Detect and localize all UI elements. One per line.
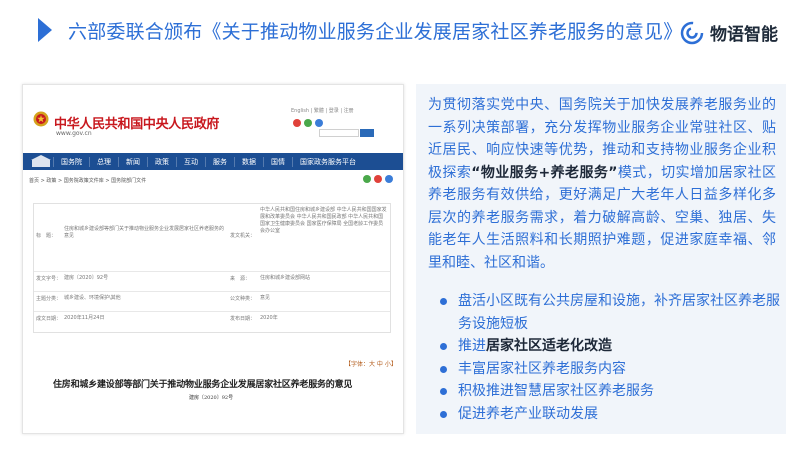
brand-swirl-icon xyxy=(680,21,704,44)
slide-title: 六部委联合颁布《关于推动物业服务企业发展居家社区养老服务的意见》 xyxy=(68,21,683,43)
meta-date-value: 2020年11月24日 xyxy=(64,315,105,321)
list-item: 促进养老产业联动发展 xyxy=(440,403,780,426)
key-points-list: 盘活小区既有公共房屋和设施，补齐居家社区养老服务设施短板 推进居家社区适老化改造… xyxy=(440,290,780,425)
bullet-text: 积极推进智慧居家社区养老服务 xyxy=(458,383,654,399)
bullet-text: 盘活小区既有公共房屋和设施，补齐居家社区养老服务设施短板 xyxy=(458,293,780,332)
meta-docnum-value: 建房〔2020〕92号 xyxy=(64,275,109,281)
share-icons xyxy=(293,119,323,127)
bullet-text: 丰富居家社区养老服务内容 xyxy=(458,360,626,377)
home-gate-icon[interactable] xyxy=(29,153,53,170)
summary-paragraph: 为贯彻落实党中央、国务院关于加快发展养老服务业的一系列决策部署，充分发挥物业服务… xyxy=(428,94,776,274)
gov-nav-bar: 国务院 总理 新闻 政策 互动 服务 数据 国情 国家政务服务平台 xyxy=(23,153,403,170)
meta-row-title: 标 题： 住房和城乡建设部等部门关于推动物业服务企业发展居家社区养老服务的意见 … xyxy=(34,204,390,272)
meta-date-label: 成文日期： xyxy=(36,316,62,322)
meta-row-topic: 主题分类： 城乡建设、环境保护\其他 公文种类： 意见 xyxy=(34,292,390,312)
social-share-icons xyxy=(363,175,393,183)
breadcrumb[interactable]: 首页 > 政策 > 国务院政策文件库 > 国务院部门文件 xyxy=(29,177,146,184)
meta-issuer-label: 发文机关： xyxy=(230,233,256,239)
meta-title-label: 标 题： xyxy=(36,233,57,239)
list-item: 推进居家社区适老化改造 xyxy=(440,335,780,358)
meta-pub-label: 发布日期： xyxy=(230,316,256,322)
document-title: 住房和城乡建设部等部门关于推动物业服务企业发展居家社区养老服务的意见 xyxy=(53,380,353,390)
meta-source-label: 来 源： xyxy=(230,276,251,282)
brand-name: 物语智能 xyxy=(710,25,778,45)
app-icon[interactable] xyxy=(315,119,323,127)
nav-item-policy[interactable]: 政策 xyxy=(147,156,176,167)
document-meta-table: 标 题： 住房和城乡建设部等部门关于推动物业服务企业发展居家社区养老服务的意见 … xyxy=(33,203,391,333)
gov-search-input[interactable] xyxy=(319,129,359,137)
meta-type-label: 公文种类： xyxy=(230,296,256,302)
meta-source-value: 住房和城乡建设部网站 xyxy=(260,275,311,281)
top-bar: 六部委联合颁布《关于推动物业服务企业发展居家社区养老服务的意见》 物语智能 xyxy=(0,0,800,62)
list-item: 丰富居家社区养老服务内容 xyxy=(440,358,780,381)
nav-item-national-info[interactable]: 国情 xyxy=(263,156,292,167)
summary-highlight: “物业服务+养老服务” xyxy=(471,164,618,181)
document-screenshot: 中华人民共和国中央人民政府 www.gov.cn English | 繁體 | … xyxy=(22,84,404,434)
meta-type-value: 意见 xyxy=(260,295,271,301)
meta-topic-label: 主题分类： xyxy=(36,296,62,302)
gov-site-url: www.gov.cn xyxy=(56,130,92,137)
bullet-text: 推进 xyxy=(458,338,486,354)
font-size-control[interactable]: 【字体：大 中 小】 xyxy=(345,359,397,368)
gov-site-header: 中华人民共和国中央人民政府 www.gov.cn English | 繁體 | … xyxy=(23,85,403,153)
meta-topic-value: 城乡建设、环境保护\其他 xyxy=(64,295,121,301)
triangle-marker-icon xyxy=(38,18,52,42)
meta-issuer-value: 中华人民共和国住房和城乡建设部 中华人民共和国国家发展和改革委员会 中华人民共和… xyxy=(260,207,387,234)
document-number: 建房〔2020〕92号 xyxy=(189,395,234,401)
meta-row-docnum: 发文字号： 建房〔2020〕92号 来 源： 住房和城乡建设部网站 xyxy=(34,272,390,292)
meta-pub-value: 2020年 xyxy=(260,315,278,321)
gov-search-button[interactable] xyxy=(360,129,374,137)
weibo-icon[interactable] xyxy=(293,119,301,127)
meta-docnum-label: 发文字号： xyxy=(36,276,62,282)
nav-item-news[interactable]: 新闻 xyxy=(118,156,147,167)
bullet-bold-text: 居家社区适老化改造 xyxy=(486,338,612,354)
nav-item-premier[interactable]: 总理 xyxy=(89,156,118,167)
wechat-share-icon[interactable] xyxy=(363,175,371,183)
list-item: 积极推进智慧居家社区养老服务 xyxy=(440,380,780,403)
nav-item-state-council[interactable]: 国务院 xyxy=(53,156,89,167)
meta-row-date: 成文日期： 2020年11月24日 发布日期： 2020年 xyxy=(34,312,390,332)
list-item: 盘活小区既有公共房屋和设施，补齐居家社区养老服务设施短板 xyxy=(440,290,780,335)
nav-item-gov-service-platform[interactable]: 国家政务服务平台 xyxy=(292,156,363,167)
meta-title-value: 住房和城乡建设部等部门关于推动物业服务企业发展居家社区养老服务的意见 xyxy=(64,226,225,239)
nav-item-services[interactable]: 服务 xyxy=(205,156,234,167)
nav-item-data[interactable]: 数据 xyxy=(234,156,263,167)
brand-logo: 物语智能 xyxy=(680,20,778,45)
summary-panel: 为贯彻落实党中央、国务院关于加快发展养老服务业的一系列决策部署，充分发挥物业服务… xyxy=(416,84,786,434)
national-emblem-icon xyxy=(33,111,49,127)
wechat-icon[interactable] xyxy=(304,119,312,127)
gov-top-links[interactable]: English | 繁體 | 登录 | 注册 xyxy=(291,107,354,114)
nav-item-interaction[interactable]: 互动 xyxy=(176,156,205,167)
qzone-share-icon[interactable] xyxy=(385,175,393,183)
bullet-text: 促进养老产业联动发展 xyxy=(458,405,598,422)
weibo-share-icon[interactable] xyxy=(374,175,382,183)
